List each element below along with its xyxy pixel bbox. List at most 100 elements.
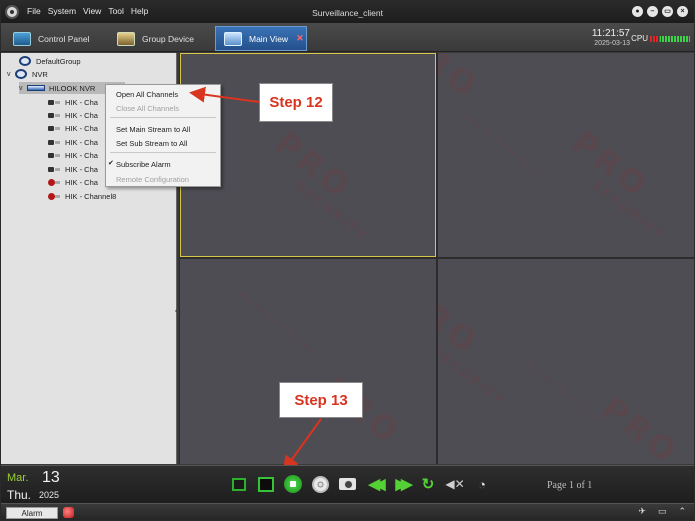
watermark-tagline: www.xprosecurity.com [235,289,317,355]
camera-icon [47,166,61,173]
tree-channel[interactable]: HIK - Cha [47,122,98,134]
camera-icon [47,152,61,159]
alarm-bell-icon[interactable] [63,507,74,518]
window-title: Surveillance_client [312,8,383,18]
bottom-control-bar: Mar. 13 Thu. 2025 ◀◀ ▶▶ ↻ ◀✕ ◔ Page 1 of… [1,465,694,503]
watermark-brand: PRO [438,279,487,363]
tab-label: Group Device [142,33,194,44]
watermark-brand: PRO [594,389,687,464]
tab-close-icon[interactable]: ✕ [296,33,304,44]
restore-icon[interactable]: ▭ [662,6,673,17]
tree-channel[interactable]: HIK - Cha [47,109,98,121]
screen-layout-icon[interactable] [256,474,276,494]
menu-open-all-channels[interactable]: Open All Channels [106,87,220,101]
nvr-device-icon [27,85,45,91]
pin-icon[interactable]: ✈ [638,506,646,517]
date-weekday: Thu. [7,488,32,502]
playback-controls: ◀◀ ▶▶ ↻ ◀✕ ◔ [229,474,492,494]
annotation-step-13: Step 13 [279,382,363,418]
fullscreen-icon[interactable] [229,474,249,494]
clock-date: 2025-03-13 [594,40,630,47]
mute-icon[interactable]: ◀✕ [445,474,465,494]
stop-all-icon[interactable] [283,474,303,494]
tree-default-group[interactable]: DefaultGroup [19,55,81,67]
panel-collapse-handle[interactable] [175,308,178,314]
tab-main-view[interactable]: Main View ✕ [215,26,307,51]
date-month: Mar. [7,472,29,484]
alarm-button[interactable]: Alarm [6,507,58,519]
video-pane-2[interactable]: PRO SECURITY PRO www.xprosecurity.com [438,53,694,257]
tab-group-device[interactable]: Group Device [109,26,213,51]
camera-icon [47,139,61,146]
video-grid: PRO SECURITY www.xprosecurity.com PRO SE… [179,53,694,464]
cpu-indicator: CPU [631,34,690,43]
collapse-up-icon[interactable]: ⌃ [678,506,686,517]
channel-label: HIK - Cha [65,177,98,187]
menu-remote-configuration[interactable]: Remote Configuration [106,172,220,186]
watermark-tagline: www.xprosecurity.com [426,53,436,110]
tree-channel[interactable]: HIK - Cha [47,163,98,175]
monitor-icon [13,31,31,46]
tab-control-panel[interactable]: Control Panel [5,26,105,51]
annotation-step-12: Step 12 [259,83,333,122]
menu-set-sub-stream[interactable]: Set Sub Stream to All [106,136,220,150]
cycle-icon[interactable]: ↻ [418,474,438,494]
tab-label: Control Panel [38,33,90,44]
watermark-sub: SECURITY [291,179,370,245]
clock: 11:21:57 2025-03-13 [592,28,630,47]
camera-icon [47,99,61,106]
group-icon [19,56,31,66]
menu-separator [110,117,216,118]
tree-channel[interactable]: HIK - Cha [47,149,98,161]
cpu-meter [650,35,690,42]
chevron-down-icon[interactable]: v [19,85,27,92]
camera-offline-icon [47,192,61,200]
channel-label: HIK - Cha [65,97,98,107]
window-icon[interactable]: ▭ [658,506,667,517]
channel-label: HIK - Cha [65,137,98,147]
watermark-tagline: www.xprosecurity.com [463,113,545,179]
tree-label: NVR [32,69,48,79]
watermark-sub: SECURITY [438,344,507,410]
lock-icon[interactable]: ● [632,6,643,17]
group-icon [15,69,27,79]
video-pane-4[interactable]: PRO SECURITY PRO www.xprosecurity.com [438,259,694,464]
cpu-label: CPU [631,34,648,43]
record-icon[interactable] [310,474,330,494]
menu-separator [110,152,216,153]
tree-channel-offline[interactable]: HIK - Cha [47,176,98,188]
date-day: 13 [42,469,60,486]
menu-set-main-stream[interactable]: Set Main Stream to All [106,122,220,136]
tree-label: HILOOK NVR [49,83,96,93]
tree-channel[interactable]: HIK - Cha [47,136,98,148]
status-bar: Alarm ✈ ▭ ⌃ [1,503,694,520]
tree-channel[interactable]: HIK - Cha [47,96,98,108]
video-pane-3[interactable]: PRO SECURITY PRO www.xprosecurity.com [180,259,436,464]
tree-channel-offline[interactable]: HIK - Channel8 [47,190,116,202]
watermark-tagline: www.xprosecurity.com [523,359,605,425]
channel-label: HIK - Cha [65,150,98,160]
camera-icon [47,125,61,132]
menu-close-all-channels[interactable]: Close All Channels [106,101,220,115]
previous-page-icon[interactable]: ◀◀ [364,474,385,494]
title-bar: File System View Tool Help Surveillance_… [1,1,694,23]
menu-subscribe-alarm[interactable]: Subscribe Alarm [106,157,220,171]
status-icons: ✈ ▭ ⌃ [638,506,686,517]
timer-icon[interactable]: ◔ [472,474,492,494]
channel-label: HIK - Cha [65,164,98,174]
close-icon[interactable]: × [677,6,688,17]
tab-label: Main View [249,33,289,44]
minimize-icon[interactable]: – [647,6,658,17]
chevron-down-icon[interactable]: v [7,71,15,78]
channel-label: HIK - Cha [65,123,98,133]
camera-offline-icon [47,178,61,186]
main-view-icon [224,31,242,46]
channel-label: HIK - Channel8 [65,191,117,201]
snapshot-icon[interactable] [337,474,357,494]
watermark-brand: PRO [267,124,360,208]
app-window: File System View Tool Help Surveillance_… [0,0,695,521]
tree-nvr-group[interactable]: v NVR [7,68,48,80]
watermark-sub: SECURITY [588,178,667,244]
next-page-icon[interactable]: ▶▶ [391,474,412,494]
tab-bar: Control Panel Group Device Main View ✕ 1… [1,23,694,52]
